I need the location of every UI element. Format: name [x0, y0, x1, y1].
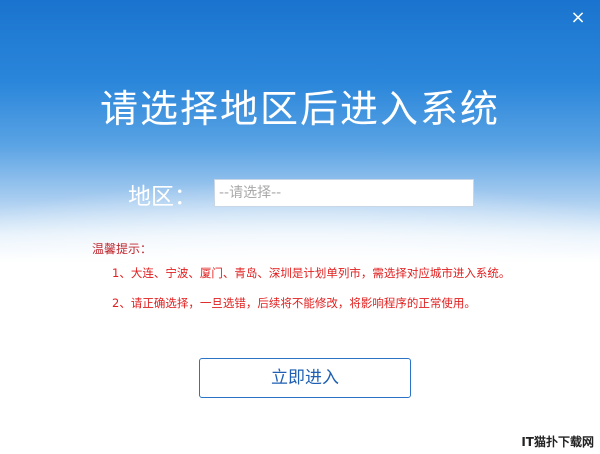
close-button[interactable]: ×: [568, 8, 588, 28]
region-select-window: × 请选择地区后进入系统 地区： --请选择-- 温馨提示： 1、大连、宁波、厦…: [0, 0, 600, 454]
tip-item-2: 2、请正确选择，一旦选错，后续将不能修改，将影响程序的正常使用。: [112, 296, 476, 310]
region-label: 地区：: [128, 184, 197, 210]
tips-title: 温馨提示：: [92, 242, 153, 256]
region-select-placeholder: --请选择--: [219, 185, 282, 201]
region-select-dropdown[interactable]: --请选择--: [214, 179, 474, 207]
watermark-logo: IT猫扑下载网: [521, 435, 594, 449]
tip-item-1: 1、大连、宁波、厦门、青岛、深圳是计划单列市，需选择对应城市进入系统。: [112, 266, 511, 280]
close-icon: ×: [570, 7, 586, 28]
page-title: 请选择地区后进入系统: [99, 87, 500, 131]
enter-system-button[interactable]: 立即进入: [199, 358, 411, 398]
